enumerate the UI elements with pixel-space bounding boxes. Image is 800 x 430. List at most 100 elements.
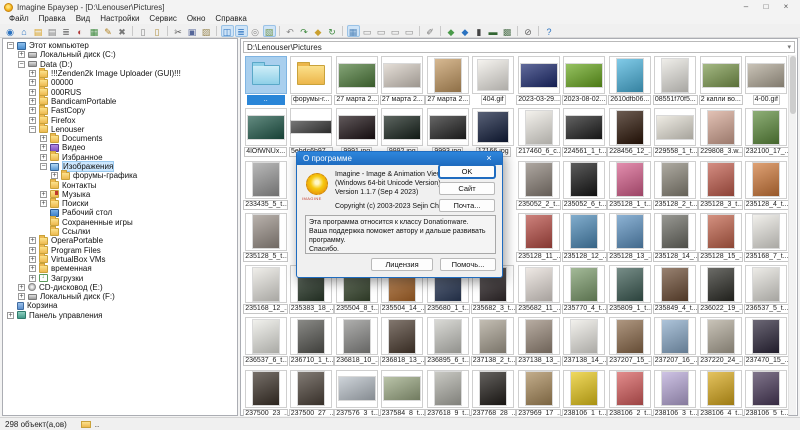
thumbnail-box[interactable]: [608, 265, 651, 304]
help-button[interactable]: Помочь...: [440, 258, 496, 271]
maximize-button[interactable]: □: [756, 1, 776, 13]
tree-item-14[interactable]: + форумы-графика: [3, 169, 237, 180]
grid-cell[interactable]: 236537_6_t...: [243, 315, 289, 367]
thumbnail-box[interactable]: [563, 212, 606, 251]
thumbnail-box[interactable]: [426, 317, 469, 356]
thumbnail-box[interactable]: [608, 212, 651, 251]
grid-cell[interactable]: 2610dfb06...: [607, 54, 653, 106]
wallpaper-button[interactable]: ▬: [487, 25, 500, 37]
thumbnail-box[interactable]: [381, 108, 424, 147]
thumbnail-box[interactable]: [517, 369, 560, 408]
collapse-icon[interactable]: −: [18, 60, 25, 68]
thumbnail-box[interactable]: [244, 265, 287, 304]
rotate-right-button[interactable]: ↷: [298, 25, 311, 37]
expand-icon[interactable]: +: [29, 107, 36, 115]
tree-item-24[interactable]: + временная: [3, 262, 237, 273]
collapse-icon[interactable]: −: [7, 42, 14, 50]
expand-icon[interactable]: +: [29, 274, 36, 282]
tree-item-25[interactable]: + Загрузки: [3, 273, 237, 283]
screen-capture-button[interactable]: ▮: [473, 25, 486, 37]
thumbnail-box[interactable]: [426, 56, 469, 94]
thumbnail-box[interactable]: [699, 369, 742, 408]
collapse-icon[interactable]: −: [29, 125, 36, 133]
grid-cell[interactable]: 27 марта 2...: [334, 54, 380, 106]
thumbnail-box[interactable]: [654, 369, 697, 408]
grid-cell[interactable]: 235849_4_t...: [652, 263, 699, 315]
grid-cell[interactable]: 237584_8_t...: [379, 368, 426, 416]
tree-item-27[interactable]: + Локальный диск (F:): [3, 292, 237, 301]
expand-icon[interactable]: +: [29, 79, 36, 87]
filter-images-button[interactable]: ▧: [262, 24, 276, 37]
layout-2-button[interactable]: ▭: [361, 25, 374, 37]
close-button[interactable]: ×: [776, 1, 796, 13]
grid-cell[interactable]: 217460_6_c...: [516, 106, 562, 158]
grid-cell[interactable]: 235128_2_t...: [652, 159, 699, 211]
cut-button[interactable]: ✂: [172, 25, 185, 37]
thumbnail-box[interactable]: [335, 317, 378, 356]
menu-item-4[interactable]: Сервис: [144, 14, 181, 24]
grid-cell[interactable]: 237207_16_...: [652, 315, 699, 367]
thumbnail-box[interactable]: [745, 369, 788, 408]
grid-cell[interactable]: 237618_9_t...: [425, 368, 471, 416]
thumbnail-box[interactable]: [608, 317, 651, 356]
grid-cell[interactable]: 238106_5_t...: [743, 368, 790, 416]
thumbnail-box[interactable]: [517, 160, 560, 199]
rename-button[interactable]: ▯: [137, 25, 150, 37]
preview-pane-button[interactable]: ◎: [249, 25, 262, 37]
expand-icon[interactable]: +: [40, 190, 47, 198]
grid-cell[interactable]: 404.gif: [471, 54, 517, 106]
thumbnail-box[interactable]: [654, 108, 697, 147]
vertical-scrollbar[interactable]: [788, 55, 796, 415]
thumbnail-box[interactable]: [244, 212, 287, 251]
expand-icon[interactable]: +: [29, 70, 36, 78]
thumbnail-box[interactable]: [654, 56, 697, 94]
grid-cell[interactable]: 235128_3_t...: [698, 159, 744, 211]
scrollbar-thumb[interactable]: [790, 56, 796, 114]
grid-cell[interactable]: 235809_1_t...: [607, 263, 653, 315]
thumbnail-box[interactable]: [335, 56, 378, 94]
expand-icon[interactable]: +: [7, 311, 14, 319]
grid-cell[interactable]: 229558_1_t...: [652, 106, 699, 158]
thumbnail-box[interactable]: [654, 160, 697, 199]
address-bar[interactable]: D:\Lenouser\Pictures ▾: [243, 41, 795, 53]
site-button[interactable]: Сайт: [439, 182, 495, 195]
tree-item-15[interactable]: Контакты: [3, 179, 237, 190]
thumbnail-box[interactable]: [517, 317, 560, 356]
tree-item-12[interactable]: + Избранное: [3, 151, 237, 162]
edit-button[interactable]: ✎: [102, 25, 115, 37]
thumbnail-view-button[interactable]: ◫: [220, 24, 234, 37]
expand-icon[interactable]: +: [40, 153, 47, 161]
grid-cell[interactable]: 229808_3.w...: [698, 106, 744, 158]
expand-icon[interactable]: +: [18, 293, 25, 301]
thumbnail-box[interactable]: [745, 317, 788, 356]
help-button[interactable]: ?: [543, 25, 556, 37]
grid-cell[interactable]: 235052_6_t...: [561, 159, 608, 211]
expand-icon[interactable]: +: [18, 283, 25, 291]
tree-item-29[interactable]: + Панель управления: [3, 311, 237, 320]
grid-cell[interactable]: 237969_17_...: [516, 368, 562, 416]
minimize-button[interactable]: –: [736, 1, 756, 13]
chevron-down-icon[interactable]: ▾: [787, 43, 791, 51]
thumbnail-box[interactable]: [745, 108, 788, 147]
thumbnail-box[interactable]: [699, 56, 742, 94]
thumbnail-box[interactable]: [745, 56, 788, 94]
layout-4-button[interactable]: ▭: [389, 25, 402, 37]
thumbnail-box[interactable]: [472, 369, 515, 408]
thumbnail-box[interactable]: [381, 56, 424, 94]
tree-item-17[interactable]: + Поиски: [3, 197, 237, 208]
thumbnail-box[interactable]: [426, 108, 469, 147]
thumbnail-box[interactable]: [699, 212, 742, 251]
thumbnail-box[interactable]: [472, 317, 515, 356]
thumbnail-box[interactable]: [244, 369, 287, 408]
mail-button[interactable]: Почта...: [439, 199, 495, 212]
grid-cell[interactable]: 237768_28_...: [470, 368, 517, 416]
tree-item-28[interactable]: Корзина: [3, 301, 237, 310]
grid-cell[interactable]: 235128_11_...: [516, 211, 562, 263]
grid-cell[interactable]: 2 капли во...: [698, 54, 744, 106]
tree-item-13[interactable]: − Изображения: [3, 161, 237, 173]
grid-cell[interactable]: 235128_12_...: [561, 211, 608, 263]
thumbnail-box[interactable]: [654, 317, 697, 356]
grid-cell[interactable]: ..: [243, 54, 289, 106]
grid-cell[interactable]: 4lOfWNUx...: [243, 106, 289, 158]
grid-cell[interactable]: 235682_11_...: [516, 263, 562, 315]
